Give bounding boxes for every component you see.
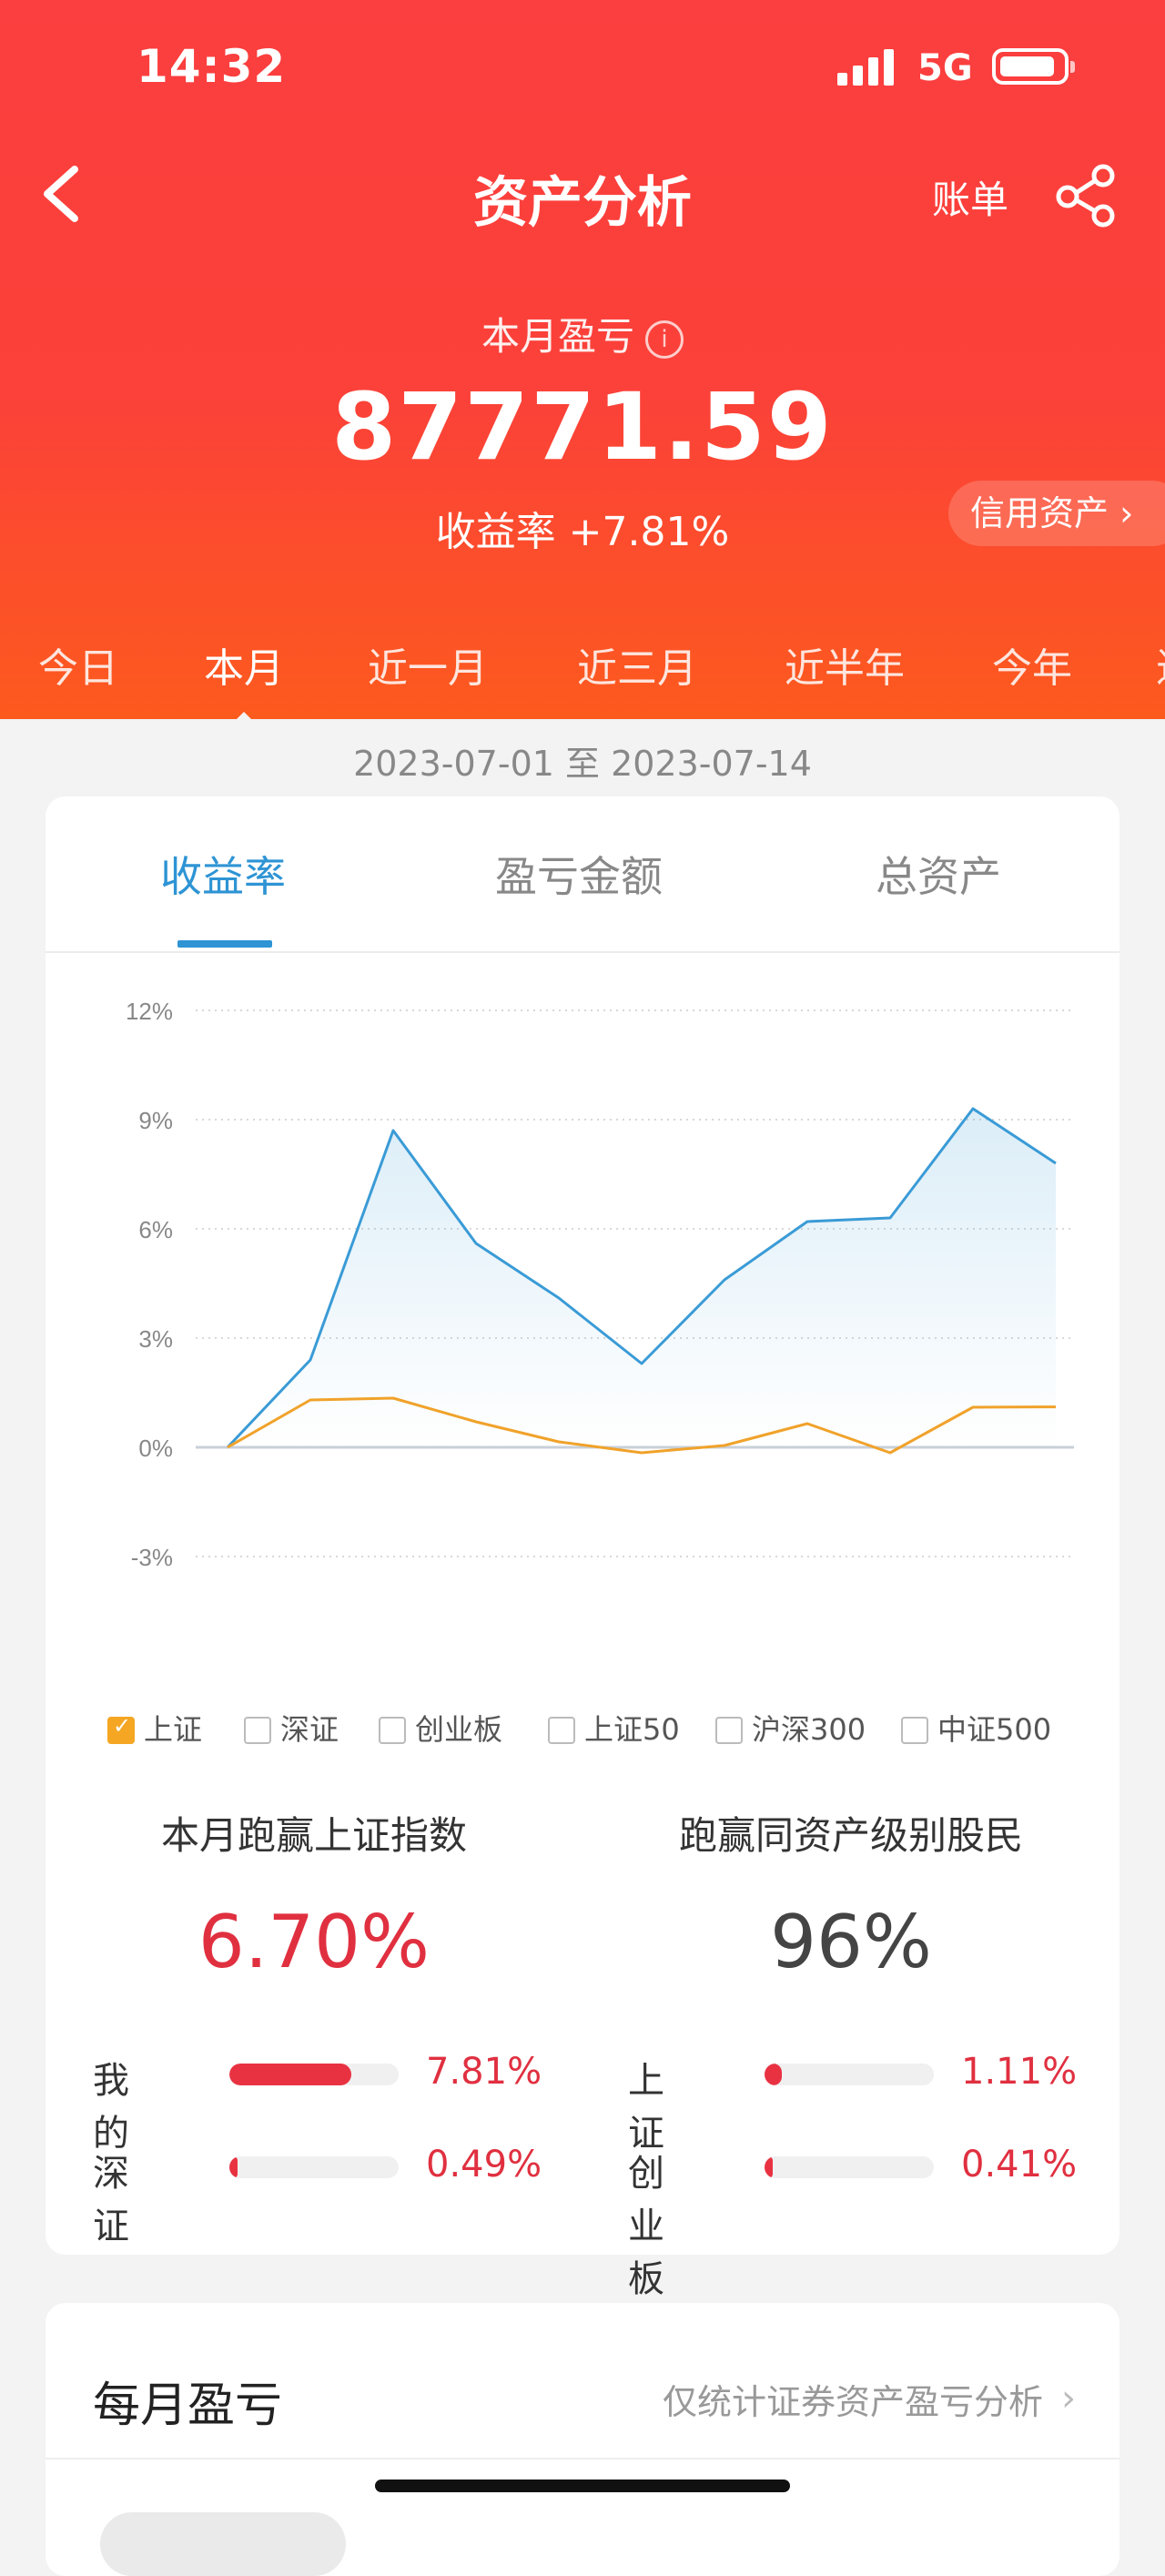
view-toggle[interactable] bbox=[100, 2512, 346, 2576]
status-time: 14:32 bbox=[137, 40, 287, 93]
monthly-note-link[interactable]: 仅统计证券资产盈亏分析 bbox=[663, 2374, 1043, 2424]
tab-today[interactable]: 今日 bbox=[38, 635, 118, 694]
compare-bar-fill bbox=[229, 2156, 238, 2178]
return-chart: 12%9%6%3%0%-3%20230701202307042023070620… bbox=[126, 998, 1074, 1571]
checkbox-icon bbox=[107, 1713, 135, 1744]
active-tab-indicator bbox=[177, 940, 272, 948]
pnl-label-text: 本月盈亏 bbox=[481, 314, 634, 359]
compare-bar bbox=[229, 2156, 399, 2178]
checkbox-icon bbox=[379, 1717, 406, 1744]
checkbox-icon bbox=[715, 1717, 743, 1744]
divider bbox=[46, 2458, 1119, 2459]
checkbox-icon bbox=[244, 1717, 271, 1744]
metric-tabs: 收益率 盈亏金额 总资产 bbox=[46, 796, 1119, 953]
beat-index-value: 6.70% bbox=[198, 1900, 431, 1984]
legend-item-chinext[interactable]: 创业板 bbox=[379, 1707, 502, 1749]
monthly-title: 每月盈亏 bbox=[93, 2378, 283, 2433]
legend-item-shanghai[interactable]: 上证 bbox=[107, 1707, 202, 1749]
tab-more[interactable]: 近 bbox=[1156, 635, 1165, 694]
compare-value: 7.81% bbox=[426, 2051, 542, 2093]
analysis-card: 收益率 盈亏金额 总资产 12%9%6%3%0%-3%2023070120230… bbox=[46, 796, 1119, 2300]
compare-bar bbox=[765, 2156, 934, 2178]
bill-link[interactable]: 账单 bbox=[932, 169, 1008, 225]
compare-value: 1.11% bbox=[961, 2051, 1078, 2093]
beat-peers-value: 96% bbox=[770, 1900, 932, 1984]
tab-this-year[interactable]: 今年 bbox=[992, 635, 1072, 694]
y-tick-label: 3% bbox=[138, 1325, 173, 1353]
date-range: 2023-07-01 至 2023-07-14 bbox=[353, 744, 812, 784]
compare-value: 0.49% bbox=[426, 2144, 542, 2186]
chevron-right-icon[interactable]: › bbox=[1061, 2378, 1076, 2419]
legend-label: 沪深300 bbox=[752, 1712, 866, 1747]
signal-icon bbox=[837, 47, 901, 86]
legend-label: 创业板 bbox=[415, 1712, 503, 1747]
y-tick-label: -3% bbox=[131, 1544, 173, 1571]
beat-peers-label: 跑赢同资产级别股民 bbox=[678, 1813, 1023, 1858]
legend-label: 深证 bbox=[280, 1712, 339, 1747]
compare-name: 上证 bbox=[628, 2060, 664, 2155]
compare-bar-fill bbox=[229, 2064, 351, 2085]
compare-bar-fill bbox=[765, 2156, 774, 2178]
chevron-right-icon: › bbox=[1119, 493, 1134, 533]
credit-assets-button[interactable]: 信用资产 › bbox=[948, 481, 1165, 546]
tab-last-3-months[interactable]: 近三月 bbox=[577, 635, 697, 694]
header-panel: 14:32 5G 资产分析 账单 本月盈亏 i 87771.59 收益率 +7.8… bbox=[0, 0, 1165, 725]
series-area-mine bbox=[228, 1109, 1056, 1447]
network-type: 5G bbox=[917, 47, 973, 89]
period-tabs: 今日 本月 近一月 近三月 近半年 今年 近 bbox=[0, 619, 1165, 725]
compare-bar-fill bbox=[765, 2064, 782, 2085]
y-tick-label: 0% bbox=[138, 1435, 173, 1462]
compare-name: 创业板 bbox=[628, 2153, 664, 2300]
tab-total-assets[interactable]: 总资产 bbox=[876, 844, 1001, 904]
legend-item-sse50[interactable]: 上证50 bbox=[548, 1707, 680, 1749]
tab-last-6-months[interactable]: 近半年 bbox=[785, 635, 905, 694]
compare-value: 0.41% bbox=[961, 2144, 1078, 2186]
legend-label: 上证50 bbox=[584, 1712, 680, 1747]
tab-last-month[interactable]: 近一月 bbox=[368, 635, 488, 694]
y-tick-label: 12% bbox=[126, 998, 173, 1025]
pnl-value: 87771.59 bbox=[331, 373, 834, 482]
info-icon[interactable]: i bbox=[645, 319, 684, 359]
checkbox-icon bbox=[548, 1717, 575, 1744]
beat-index-label: 本月跑赢上证指数 bbox=[160, 1813, 467, 1858]
credit-assets-label: 信用资产 bbox=[970, 493, 1109, 533]
compare-name: 我的 bbox=[93, 2060, 129, 2155]
legend-item-csi500[interactable]: 中证500 bbox=[901, 1707, 1051, 1749]
compare-bar bbox=[765, 2064, 934, 2085]
home-indicator bbox=[375, 2480, 790, 2492]
legend-item-csi300[interactable]: 沪深300 bbox=[715, 1707, 866, 1749]
share-icon[interactable] bbox=[1054, 164, 1118, 228]
y-tick-label: 9% bbox=[138, 1107, 173, 1134]
tab-this-month[interactable]: 本月 bbox=[204, 635, 284, 725]
tab-return-rate[interactable]: 收益率 bbox=[160, 844, 286, 904]
y-tick-label: 6% bbox=[138, 1216, 173, 1243]
legend-label: 中证500 bbox=[937, 1712, 1052, 1747]
compare-name: 深证 bbox=[93, 2153, 129, 2247]
monthly-pnl-card: 每月盈亏 仅统计证券资产盈亏分析 › bbox=[46, 2303, 1119, 2576]
legend-item-shenzhen[interactable]: 深证 bbox=[244, 1707, 339, 1749]
tab-pnl-amount[interactable]: 盈亏金额 bbox=[495, 844, 663, 904]
checkbox-icon bbox=[901, 1717, 928, 1744]
status-bar: 14:32 5G bbox=[0, 0, 1165, 137]
compare-bar bbox=[229, 2064, 399, 2085]
legend-label: 上证 bbox=[144, 1712, 203, 1747]
battery-icon bbox=[992, 48, 1075, 85]
pnl-label: 本月盈亏 i bbox=[0, 306, 1165, 361]
